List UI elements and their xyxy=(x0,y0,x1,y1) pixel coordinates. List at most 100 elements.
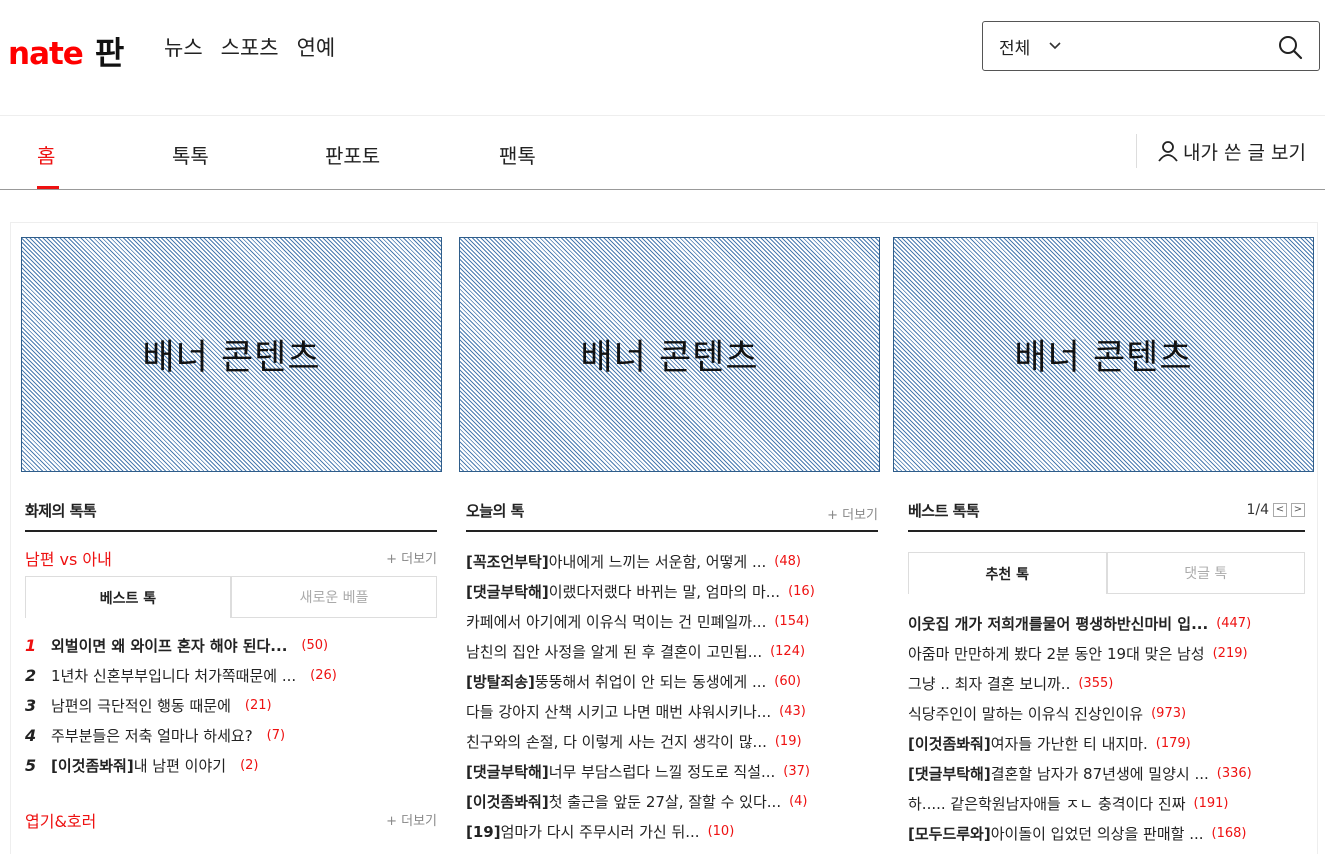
item-title: 너무 부담스럽다 느낄 정도로 직설... xyxy=(548,762,776,781)
list-item[interactable]: [방탈죄송]뚱뚱해서 취업이 안 되는 동생에게 ... (60) xyxy=(466,666,878,696)
more-link[interactable]: + 더보기 xyxy=(386,810,437,829)
best-talk-list: 이웃집 개가 저희개를물어 평생하반신마비 입... (447) 아줌마 만만하게… xyxy=(908,608,1305,848)
list-item[interactable]: 그냥 .. 최자 결혼 보니까.. (355) xyxy=(908,668,1305,698)
search-scope-select[interactable]: 전체 xyxy=(999,34,1062,59)
item-title: 아이돌이 입었던 의상을 판매할 ... xyxy=(990,824,1204,843)
item-tag: [모두드루와] xyxy=(908,824,991,843)
hot-talk-subtabs: 베스트 톡 새로운 베플 xyxy=(25,576,437,618)
nav-entertainment[interactable]: 연예 xyxy=(297,32,336,62)
more-link[interactable]: + 더보기 xyxy=(827,504,878,523)
category-title[interactable]: 엽기&호러 xyxy=(25,808,96,832)
item-title: 외벌이면 왜 와이프 혼자 해야 된다... xyxy=(51,636,288,655)
list-item[interactable]: 1 외벌이면 왜 와이프 혼자 해야 된다... (50) xyxy=(25,630,437,660)
item-title: 식당주인이 말하는 이유식 진상인이유 xyxy=(908,704,1144,723)
list-item[interactable]: [댓글부탁해]너무 부담스럽다 느낄 정도로 직설... (37) xyxy=(466,756,878,786)
item-tag: [방탈죄송] xyxy=(466,672,535,691)
item-title: 이랬다저랬다 바뀌는 말, 엄마의 마... xyxy=(548,582,781,601)
list-item[interactable]: 이웃집 개가 저희개를물어 평생하반신마비 입... (447) xyxy=(908,608,1305,638)
comment-count: (219) xyxy=(1212,645,1248,661)
global-nav: 뉴스 스포츠 연예 xyxy=(164,32,335,62)
hot-talk-section: 화제의 톡톡 남편 vs 아내 + 더보기 베스트 톡 새로운 베플 1 외벌이면… xyxy=(25,490,437,838)
nate-pan-logo[interactable]: nate 판 xyxy=(8,28,124,74)
nav-sports[interactable]: 스포츠 xyxy=(221,32,279,62)
banner-1[interactable]: 배너 콘텐츠 xyxy=(21,237,442,472)
tab-fantalk[interactable]: 팬톡 xyxy=(499,140,536,169)
best-talk-section: 베스트 톡톡 1/4 < > 추천 톡 댓글 톡 이웃집 개가 저희개를물어 평… xyxy=(908,490,1305,848)
list-item[interactable]: 친구와의 손절, 다 이렇게 사는 건지 생각이 많... (19) xyxy=(466,726,878,756)
list-item[interactable]: 5 [이것좀봐줘] 내 남편 이야기 (2) xyxy=(25,750,437,780)
search-box: 전체 xyxy=(982,21,1320,71)
comment-count: (2) xyxy=(240,757,259,773)
item-tag: [19] xyxy=(466,822,501,841)
item-title: 내 남편 이야기 xyxy=(133,756,227,775)
comment-count: (973) xyxy=(1151,705,1187,721)
comment-count: (447) xyxy=(1216,615,1252,631)
item-tag: [댓글부탁해] xyxy=(908,764,991,783)
list-item[interactable]: [모두드루와]아이돌이 입었던 의상을 판매할 ... (168) xyxy=(908,818,1305,848)
chevron-down-icon xyxy=(1049,42,1061,50)
list-item[interactable]: [이것좀봐줘]첫 출근을 앞둔 27살, 잘할 수 있다... (4) xyxy=(466,786,878,816)
list-item[interactable]: [댓글부탁해]결혼할 남자가 87년생에 밀양시 ... (336) xyxy=(908,758,1305,788)
item-title: 뚱뚱해서 취업이 안 되는 동생에게 ... xyxy=(534,672,767,691)
subtab-recommended-talk[interactable]: 추천 톡 xyxy=(908,552,1107,594)
next-category-row: 엽기&호러 + 더보기 xyxy=(25,794,437,838)
item-title: 친구와의 손절, 다 이렇게 사는 건지 생각이 많... xyxy=(466,732,767,751)
user-icon xyxy=(1158,141,1178,162)
list-item[interactable]: [19]엄마가 다시 주무시러 가신 뒤... (10) xyxy=(466,816,878,846)
list-item[interactable]: 4 주부분들은 저축 얼마나 하세요? (7) xyxy=(25,720,437,750)
logo-brand: nate xyxy=(8,36,84,72)
comment-count: (37) xyxy=(783,763,810,779)
rank-number: 5 xyxy=(25,755,37,775)
subtab-new-bestreply[interactable]: 새로운 베플 xyxy=(231,576,437,618)
item-title: 결혼할 남자가 87년생에 밀양시 ... xyxy=(990,764,1209,783)
banner-3[interactable]: 배너 콘텐츠 xyxy=(893,237,1314,472)
comment-count: (7) xyxy=(266,727,286,743)
search-scope-label: 전체 xyxy=(999,38,1031,59)
comment-count: (48) xyxy=(774,553,801,569)
banner-2[interactable]: 배너 콘텐츠 xyxy=(459,237,880,472)
list-item[interactable]: 다들 강아지 산책 시키고 나면 매번 샤워시키나... (43) xyxy=(466,696,878,726)
top-header: nate 판 뉴스 스포츠 연예 전체 xyxy=(0,0,1325,115)
list-item[interactable]: 카페에서 아기에게 이유식 먹이는 건 민폐일까... (154) xyxy=(466,606,878,636)
main-tab-nav: 홈 톡톡 판포토 팬톡 내가 쓴 글 보기 xyxy=(0,115,1325,190)
rank-number: 4 xyxy=(25,725,37,745)
comment-count: (154) xyxy=(774,613,810,629)
search-icon[interactable] xyxy=(1277,34,1303,60)
my-posts-link[interactable]: 내가 쓴 글 보기 xyxy=(1136,134,1306,168)
list-item[interactable]: 식당주인이 말하는 이유식 진상인이유 (973) xyxy=(908,698,1305,728)
subtab-comment-talk[interactable]: 댓글 톡 xyxy=(1106,552,1305,594)
comment-count: (50) xyxy=(301,637,329,653)
logo-service: 판 xyxy=(94,34,125,72)
list-item[interactable]: [이것좀봐줘]여자들 가난한 티 내지마. (179) xyxy=(908,728,1305,758)
comment-count: (336) xyxy=(1216,765,1252,781)
comment-count: (43) xyxy=(779,703,806,719)
list-item[interactable]: 하..... 같은학원남자애들 ㅈㄴ 충격이다 진짜 (191) xyxy=(908,788,1305,818)
hot-talk-title: 화제의 톡톡 xyxy=(25,502,97,520)
next-page-button[interactable]: > xyxy=(1291,503,1305,517)
list-item[interactable]: 2 1년차 신혼부부입니다 처가쪽때문에 ... (26) xyxy=(25,660,437,690)
comment-count: (124) xyxy=(770,643,806,659)
more-link[interactable]: + 더보기 xyxy=(386,548,437,567)
best-talk-pager: 1/4 < > xyxy=(1246,502,1305,518)
comment-count: (16) xyxy=(788,583,815,599)
item-title: 다들 강아지 산책 시키고 나면 매번 샤워시키나... xyxy=(466,702,772,721)
tab-toktok[interactable]: 톡톡 xyxy=(172,140,209,169)
list-item[interactable]: [댓글부탁해]이랬다저랬다 바뀌는 말, 엄마의 마... (16) xyxy=(466,576,878,606)
comment-count: (168) xyxy=(1211,825,1247,841)
subtab-best-talk[interactable]: 베스트 톡 xyxy=(25,576,231,618)
prev-page-button[interactable]: < xyxy=(1273,503,1287,517)
tab-panphoto[interactable]: 판포토 xyxy=(325,140,380,169)
category-title[interactable]: 남편 vs 아내 xyxy=(25,546,112,570)
list-item[interactable]: 아줌마 만만하게 봤다 2분 동안 19대 맞은 남성 (219) xyxy=(908,638,1305,668)
tab-home[interactable]: 홈 xyxy=(37,140,55,169)
list-item[interactable]: [꼭조언부탁]아내에게 느끼는 서운함, 어떻게 ... (48) xyxy=(466,546,878,576)
item-title: 그냥 .. 최자 결혼 보니까.. xyxy=(908,674,1071,693)
list-item[interactable]: 3 남편의 극단적인 행동 때문에 (21) xyxy=(25,690,437,720)
list-item[interactable]: 남친의 집안 사정을 알게 된 후 결혼이 고민됩... (124) xyxy=(466,636,878,666)
banner-label: 배너 콘텐츠 xyxy=(1014,338,1193,378)
item-title: 주부분들은 저축 얼마나 하세요? xyxy=(51,726,253,745)
search-input[interactable] xyxy=(1093,32,1243,60)
nav-news[interactable]: 뉴스 xyxy=(164,32,203,62)
item-tag: [댓글부탁해] xyxy=(466,762,549,781)
item-tag: [이것좀봐줘] xyxy=(51,756,134,775)
